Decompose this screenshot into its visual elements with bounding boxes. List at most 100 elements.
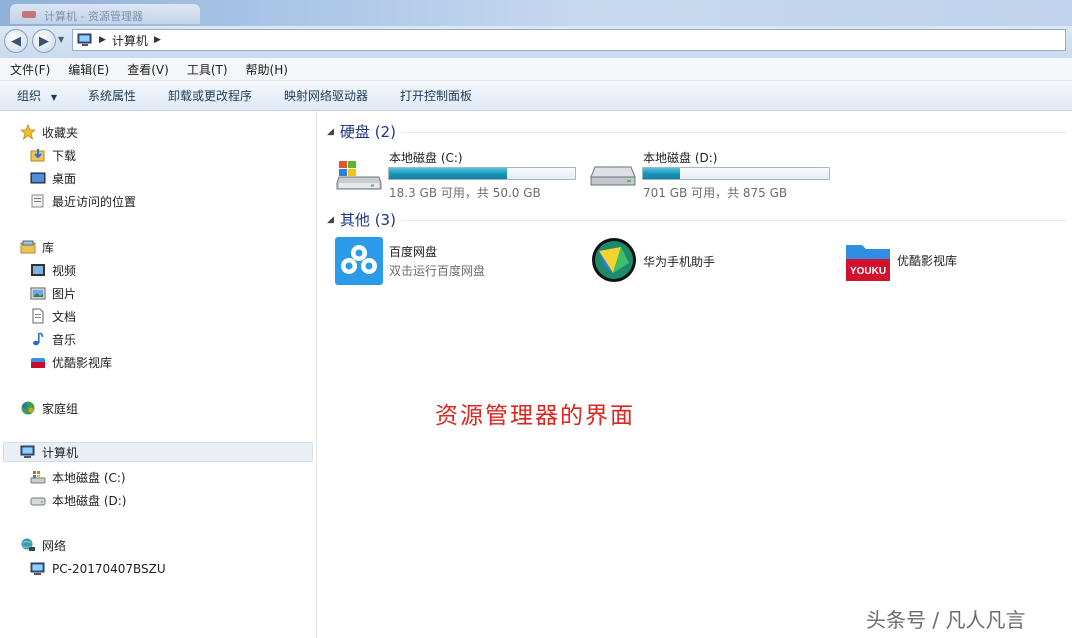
downloads-folder-icon xyxy=(30,147,46,163)
hard-drive-icon xyxy=(589,161,637,194)
group-divider xyxy=(401,220,1066,221)
sidebar-label: 网络 xyxy=(42,537,66,554)
group-header-other[interactable]: ◢ 其他 (3) xyxy=(327,209,396,230)
sidebar-item-desktop[interactable]: 桌面 xyxy=(30,168,76,188)
sidebar-label: 桌面 xyxy=(52,170,76,187)
sidebar-item-network[interactable]: 网络 xyxy=(20,535,66,555)
video-icon xyxy=(30,262,46,278)
sidebar-item-library[interactable]: 库 xyxy=(20,237,54,257)
computer-icon xyxy=(77,32,93,48)
uninstall-programs-button[interactable]: 卸载或更改程序 xyxy=(151,87,267,104)
collapse-triangle-icon[interactable]: ◢ xyxy=(327,127,334,137)
organize-button[interactable]: 组织 ▼ xyxy=(0,87,71,104)
sidebar-label: 收藏夹 xyxy=(42,124,78,141)
command-bar: 组织 ▼ 系统属性 卸载或更改程序 映射网络驱动器 打开控制面板 xyxy=(0,81,1072,111)
baidu-cloud-icon xyxy=(335,237,383,288)
menu-file[interactable]: 文件(F) xyxy=(0,61,58,78)
pictures-icon xyxy=(30,285,46,301)
sidebar-label: 本地磁盘 (C:) xyxy=(52,469,126,486)
sidebar-item-videos[interactable]: 视频 xyxy=(30,260,76,280)
menu-tools[interactable]: 工具(T) xyxy=(177,61,236,78)
sidebar-label: 图片 xyxy=(52,285,76,302)
system-properties-button[interactable]: 系统属性 xyxy=(71,87,151,104)
address-row: ◀ ▶ ▼ ▶ 计算机 ▶ xyxy=(0,26,1072,58)
sidebar-item-drive-c[interactable]: 本地磁盘 (C:) xyxy=(30,467,126,487)
window-tab[interactable]: 计算机 - 资源管理器 xyxy=(10,4,200,24)
document-icon xyxy=(30,308,46,324)
sidebar-item-homegroup[interactable]: 家庭组 xyxy=(20,398,78,418)
app-name: 百度网盘 xyxy=(389,243,437,260)
drive-space-info: 18.3 GB 可用，共 50.0 GB xyxy=(389,184,541,201)
forward-button[interactable]: ▶ xyxy=(32,29,56,53)
recent-places-icon xyxy=(30,193,46,209)
app-tile-youku-library[interactable]: YOUKU 优酷影视库 xyxy=(843,235,1063,285)
title-bar: 计算机 - 资源管理器 xyxy=(0,0,1072,26)
sidebar-item-documents[interactable]: 文档 xyxy=(30,306,76,326)
back-button[interactable]: ◀ xyxy=(4,29,28,53)
drive-usage-fill xyxy=(643,168,680,179)
youku-folder-icon xyxy=(30,354,46,370)
watermark: 头条号 / 凡人凡言 xyxy=(866,604,1025,633)
menu-view[interactable]: 查看(V) xyxy=(117,61,177,78)
back-arrow-icon: ◀ xyxy=(11,34,21,49)
hard-drive-icon xyxy=(30,492,46,508)
address-bar[interactable]: ▶ 计算机 ▶ xyxy=(72,29,1066,51)
sidebar-label: 文档 xyxy=(52,308,76,325)
youku-folder-icon: YOUKU xyxy=(843,239,893,288)
sidebar-item-recent-places[interactable]: 最近访问的位置 xyxy=(30,191,136,211)
drive-usage-fill xyxy=(389,168,507,179)
sidebar-label: 最近访问的位置 xyxy=(52,193,136,210)
organize-label: 组织 xyxy=(17,89,41,103)
tab-title: 计算机 - 资源管理器 xyxy=(44,8,143,24)
breadcrumb-separator-icon[interactable]: ▶ xyxy=(99,35,106,45)
sidebar-label: 计算机 xyxy=(42,444,78,461)
windows-drive-icon xyxy=(30,469,46,485)
app-subtitle: 双击运行百度网盘 xyxy=(389,262,485,279)
sidebar-label: 视频 xyxy=(52,262,76,279)
sidebar-item-downloads[interactable]: 下载 xyxy=(30,145,76,165)
recent-pages-chevron-icon[interactable]: ▼ xyxy=(58,35,64,44)
sidebar-item-computer[interactable]: 计算机 xyxy=(3,442,313,462)
drive-tile-d[interactable]: 本地磁盘 (D:) 701 GB 可用，共 875 GB xyxy=(589,147,839,197)
sidebar-item-pictures[interactable]: 图片 xyxy=(30,283,76,303)
sidebar-label: 优酷影视库 xyxy=(52,354,112,371)
group-header-disks[interactable]: ◢ 硬盘 (2) xyxy=(327,121,396,142)
sidebar-item-favorites[interactable]: 收藏夹 xyxy=(20,122,78,142)
sidebar-label: PC-20170407BSZU xyxy=(52,562,166,576)
collapse-triangle-icon[interactable]: ◢ xyxy=(327,215,334,225)
group-title: 硬盘 (2) xyxy=(340,121,396,142)
youku-logo-text: YOUKU xyxy=(850,266,886,277)
huawei-assistant-icon xyxy=(591,237,637,286)
map-network-drive-button[interactable]: 映射网络驱动器 xyxy=(267,87,383,104)
windows-drive-icon xyxy=(335,159,383,196)
tab-icon xyxy=(22,11,36,18)
desktop-icon xyxy=(30,170,46,186)
sidebar-label: 下载 xyxy=(52,147,76,164)
star-icon xyxy=(20,124,36,140)
menu-edit[interactable]: 编辑(E) xyxy=(58,61,117,78)
sidebar-item-youku-library[interactable]: 优酷影视库 xyxy=(30,352,112,372)
organize-dropdown-icon: ▼ xyxy=(51,93,57,102)
drive-name: 本地磁盘 (C:) xyxy=(389,149,463,166)
app-tile-baidu-netdisk[interactable]: 百度网盘 双击运行百度网盘 xyxy=(335,235,565,285)
annotation-text: 资源管理器的界面 xyxy=(435,396,635,430)
breadcrumb-computer[interactable]: 计算机 xyxy=(112,32,148,49)
library-icon xyxy=(20,239,36,255)
menu-help[interactable]: 帮助(H) xyxy=(236,61,296,78)
drive-name: 本地磁盘 (D:) xyxy=(643,149,717,166)
breadcrumb-dropdown-icon[interactable]: ▶ xyxy=(154,35,161,45)
sidebar-item-network-pc[interactable]: PC-20170407BSZU xyxy=(30,559,166,579)
music-note-icon xyxy=(30,331,46,347)
group-title: 其他 (3) xyxy=(340,209,396,230)
app-name: 优酷影视库 xyxy=(897,252,957,269)
drive-tile-c[interactable]: 本地磁盘 (C:) 18.3 GB 可用，共 50.0 GB xyxy=(335,147,585,197)
sidebar-item-music[interactable]: 音乐 xyxy=(30,329,76,349)
content-pane: ◢ 硬盘 (2) 本地磁盘 (C:) 18.3 GB 可用，共 50.0 GB xyxy=(317,111,1072,638)
drive-usage-bar xyxy=(642,167,830,180)
drive-usage-bar xyxy=(388,167,576,180)
sidebar-item-drive-d[interactable]: 本地磁盘 (D:) xyxy=(30,490,126,510)
open-control-panel-button[interactable]: 打开控制面板 xyxy=(383,87,487,104)
network-globe-icon xyxy=(20,537,36,553)
sidebar-label: 库 xyxy=(42,239,54,256)
app-tile-huawei-assistant[interactable]: 华为手机助手 xyxy=(591,235,821,285)
